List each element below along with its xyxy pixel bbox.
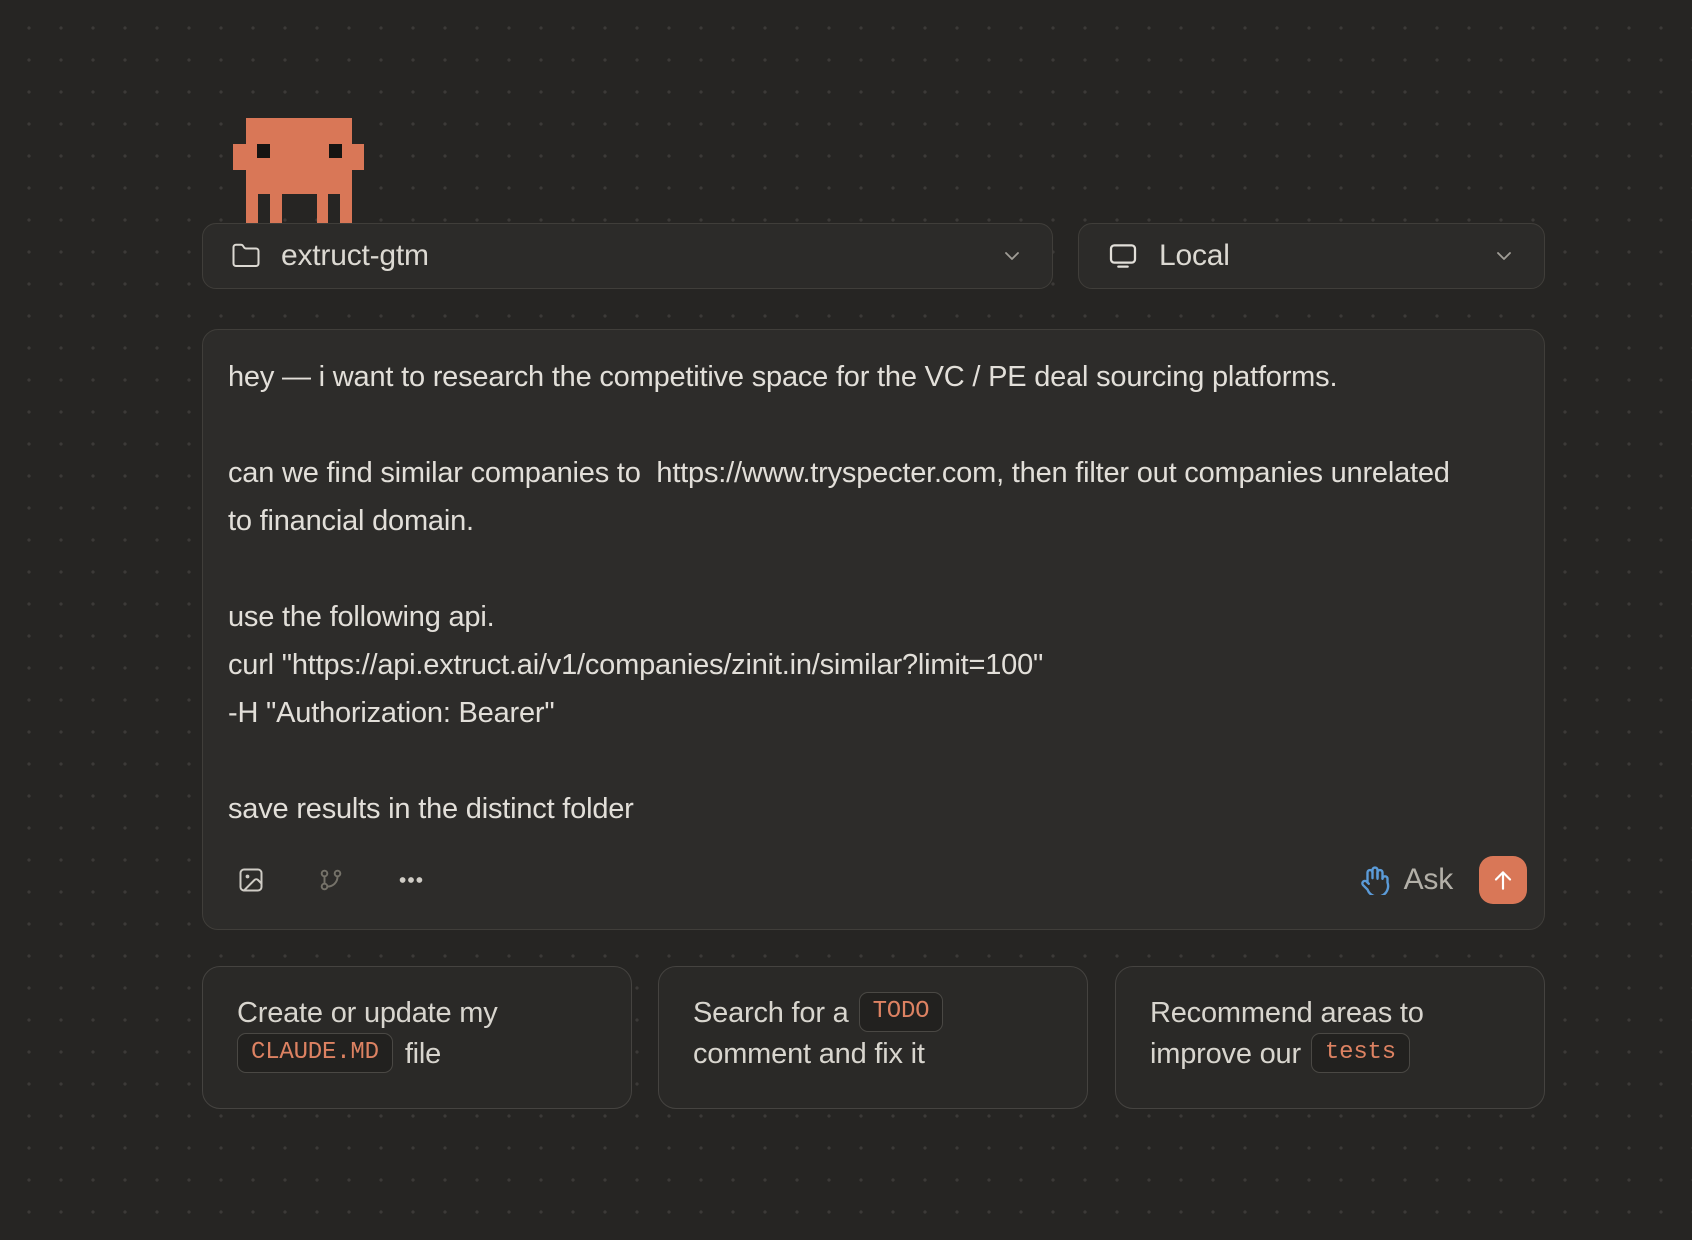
suggestion-text: file <box>405 1038 441 1070</box>
prompt-text[interactable]: hey — i want to research the competitive… <box>203 330 1544 849</box>
submit-button[interactable] <box>1479 856 1527 904</box>
suggestion-text: Search for a <box>693 997 849 1029</box>
suggestion-card-tests[interactable]: Recommend areas to improve our tests <box>1115 966 1545 1109</box>
suggestion-text: Create or update my <box>237 997 498 1029</box>
composer-toolbar: Ask <box>203 849 1544 929</box>
suggestion-line: Recommend areas to <box>1150 993 1520 1034</box>
monitor-icon <box>1107 240 1139 272</box>
code-chip: TODO <box>859 992 944 1032</box>
suggestion-text: Recommend areas to <box>1150 997 1424 1029</box>
arrow-up-icon <box>1490 867 1516 893</box>
chevron-down-icon <box>1492 244 1516 268</box>
more-icon[interactable] <box>397 866 425 894</box>
code-chip: CLAUDE.MD <box>237 1033 393 1073</box>
suggestion-card-todo[interactable]: Search for a TODO comment and fix it <box>658 966 1088 1109</box>
folder-icon <box>231 241 261 271</box>
suggestion-line: Create or update my <box>237 993 607 1034</box>
git-branch-icon[interactable] <box>317 866 345 894</box>
suggestion-line: CLAUDE.MD file <box>237 1034 607 1075</box>
image-icon[interactable] <box>237 866 265 894</box>
prompt-composer[interactable]: hey — i want to research the competitive… <box>202 329 1545 930</box>
app-window: extruct-gtm Local hey — i want to resear… <box>0 0 1692 1240</box>
code-chip: tests <box>1311 1033 1410 1073</box>
environment-selector[interactable]: Local <box>1078 223 1545 289</box>
suggestion-line: comment and fix it <box>693 1034 1063 1075</box>
pixel-creature-logo <box>233 118 364 223</box>
project-selector-label: extruct-gtm <box>281 239 429 273</box>
suggestion-text: comment and fix it <box>693 1038 925 1070</box>
suggestion-line: improve our tests <box>1150 1034 1520 1075</box>
suggestion-text: improve our <box>1150 1038 1301 1070</box>
project-selector[interactable]: extruct-gtm <box>202 223 1053 289</box>
environment-selector-label: Local <box>1159 239 1230 273</box>
suggestion-card-claude-md[interactable]: Create or update my CLAUDE.MD file <box>202 966 632 1109</box>
chevron-down-icon <box>1000 244 1024 268</box>
ask-mode-label[interactable]: Ask <box>1404 863 1453 897</box>
suggestion-line: Search for a TODO <box>693 993 1063 1034</box>
hand-icon[interactable] <box>1360 865 1390 895</box>
